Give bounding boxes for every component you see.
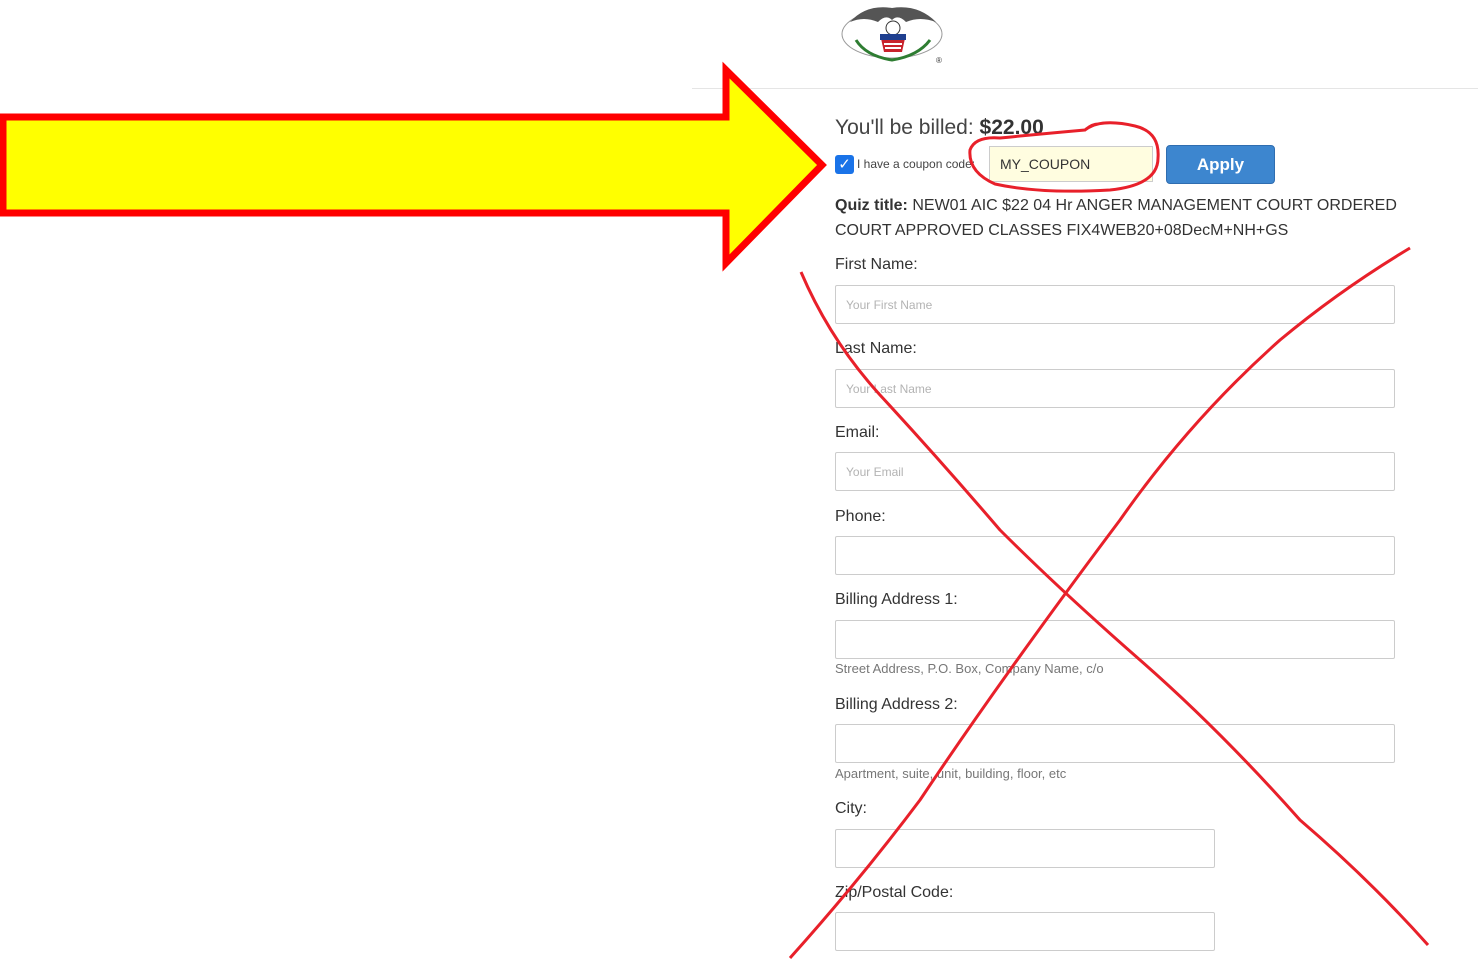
billing-amount: $22.00	[979, 116, 1044, 139]
city-label: City:	[835, 800, 867, 817]
billing-address-2-field[interactable]	[835, 724, 1395, 763]
billing-address-1-label: Billing Address 1:	[835, 591, 958, 608]
eagle-logo: ®	[841, 7, 943, 65]
quiz-title-text: NEW01 AIC $22 04 Hr ANGER MANAGEMENT COU…	[835, 197, 1397, 239]
pointer-arrow	[0, 61, 827, 272]
billing-address-1-field[interactable]	[835, 620, 1395, 659]
billing-summary: You'll be billed: $22.00	[835, 116, 1044, 140]
billing-address-1-help: Street Address, P.O. Box, Company Name, …	[835, 661, 1104, 676]
zip-label: Zip/Postal Code:	[835, 884, 954, 901]
coupon-code-input[interactable]	[989, 146, 1153, 182]
city-field[interactable]	[835, 829, 1215, 868]
last-name-field[interactable]	[835, 369, 1395, 408]
billing-prefix: You'll be billed:	[835, 116, 974, 139]
svg-text:®: ®	[936, 56, 942, 65]
coupon-checkbox[interactable]: ✓	[835, 155, 854, 174]
last-name-label: Last Name:	[835, 340, 917, 357]
billing-address-2-help: Apartment, suite, unit, building, floor,…	[835, 766, 1067, 781]
apply-coupon-button[interactable]: Apply	[1166, 145, 1275, 184]
zip-field[interactable]	[835, 912, 1215, 951]
quiz-title: Quiz title: NEW01 AIC $22 04 Hr ANGER MA…	[835, 193, 1445, 243]
header-divider	[692, 88, 1478, 89]
phone-label: Phone:	[835, 508, 886, 525]
coupon-checkbox-label: I have a coupon code:	[857, 157, 976, 171]
phone-field[interactable]	[835, 536, 1395, 575]
billing-address-2-label: Billing Address 2:	[835, 696, 958, 713]
email-label: Email:	[835, 424, 880, 441]
email-field[interactable]	[835, 452, 1395, 491]
first-name-label: First Name:	[835, 256, 918, 273]
quiz-title-label: Quiz title:	[835, 197, 908, 214]
first-name-field[interactable]	[835, 285, 1395, 324]
